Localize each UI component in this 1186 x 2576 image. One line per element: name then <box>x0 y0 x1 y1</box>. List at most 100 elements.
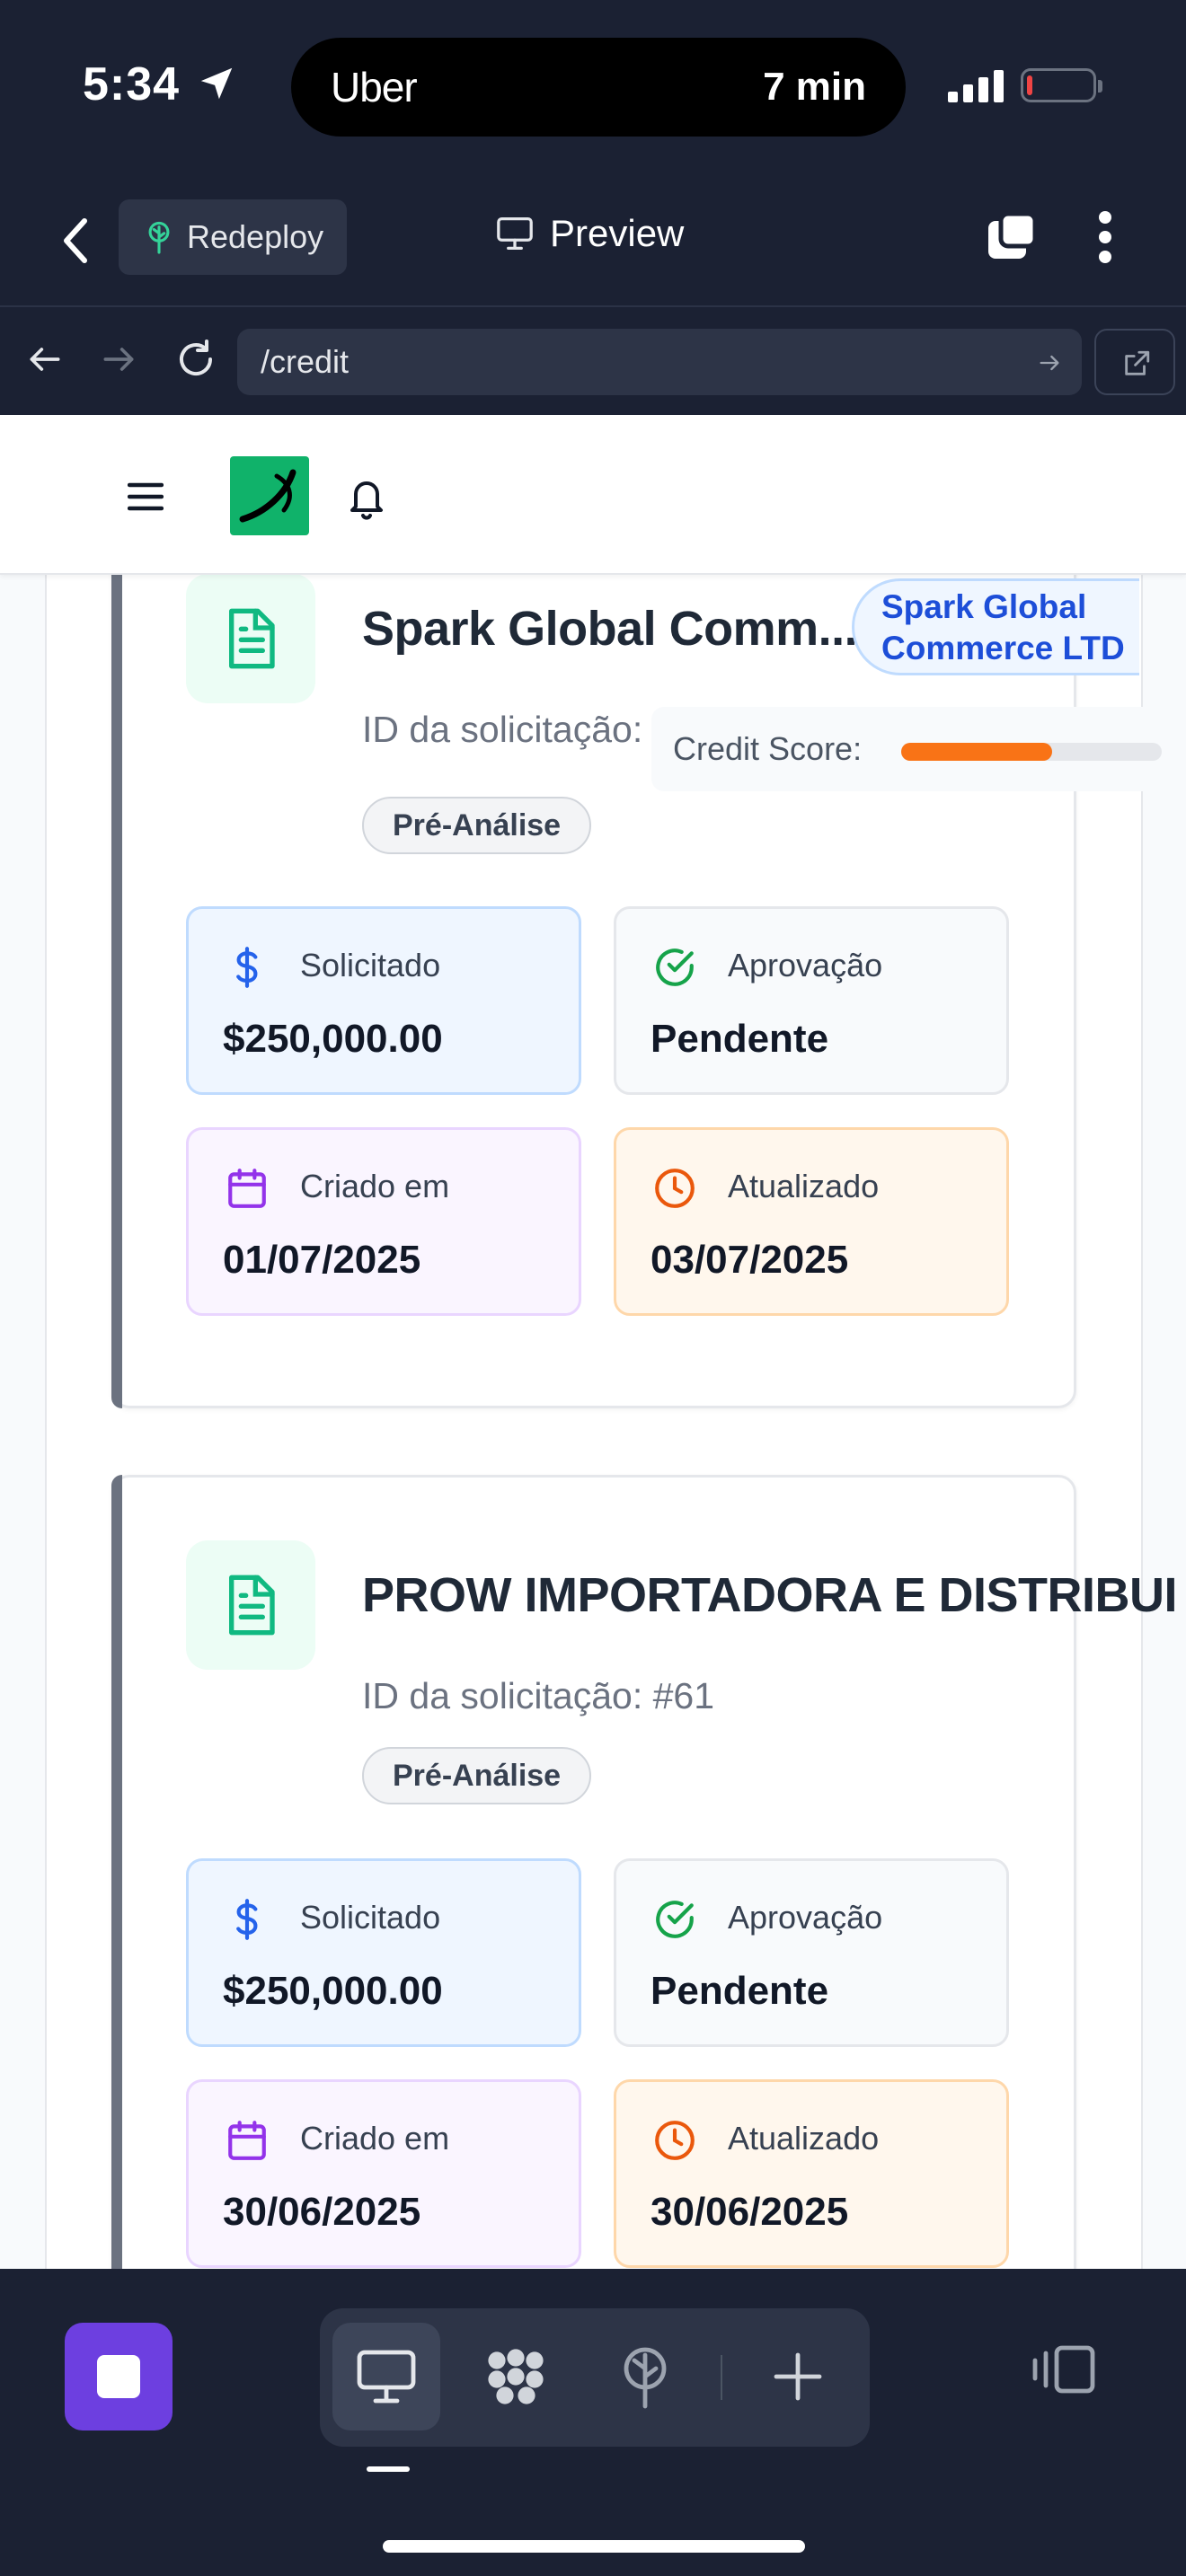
hamburger-menu-icon[interactable] <box>128 481 164 512</box>
approval-label: Aprovação <box>728 1899 883 1936</box>
requested-value: $250,000.00 <box>223 1017 443 1061</box>
more-options-icon[interactable] <box>1094 208 1116 266</box>
metric-approval: Aprovação Pendente <box>614 906 1009 1095</box>
dollar-icon <box>236 1899 258 1940</box>
deploy-view-button[interactable] <box>591 2323 699 2430</box>
external-link-icon <box>1125 350 1150 375</box>
status-time: 5:34 <box>83 58 181 110</box>
metric-updated: Atualizado 03/07/2025 <box>614 1127 1009 1316</box>
requested-label: Solicitado <box>300 947 441 984</box>
calendar-icon <box>228 1169 266 1208</box>
metric-created: Criado em 30/06/2025 <box>186 2079 581 2268</box>
metric-created: Criado em 01/07/2025 <box>186 1127 581 1316</box>
arrow-left-icon[interactable] <box>25 340 65 379</box>
redeploy-label: Redeploy <box>187 218 324 255</box>
credit-requests-list: Spark Global Comm... ID da solicitação: … <box>45 467 1186 2269</box>
battery-icon <box>1021 68 1102 102</box>
created-value: 30/06/2025 <box>223 2190 421 2234</box>
add-tab-button[interactable] <box>744 2323 852 2430</box>
open-external-button[interactable] <box>1094 329 1175 395</box>
brand-logo[interactable] <box>230 456 309 535</box>
metric-updated: Atualizado 30/06/2025 <box>614 2079 1009 2268</box>
monitor-icon <box>357 2350 416 2404</box>
check-circle-icon <box>656 1901 694 1938</box>
calendar-icon <box>228 2121 266 2160</box>
credit-request-card[interactable]: PROW IMPORTADORA E DISTRIBUI ID da solic… <box>111 1475 1177 2269</box>
credit-score-label: Credit Score: <box>673 730 863 767</box>
company-badge-line-2: Commerce LTD <box>881 630 1125 666</box>
windows-switch-icon[interactable] <box>983 208 1040 266</box>
notification-bell-icon[interactable] <box>345 474 388 521</box>
company-name: Spark Global Comm... <box>362 602 858 656</box>
deploy-tree-icon <box>148 221 170 254</box>
dynamic-island[interactable]: Uber 7 min <box>291 38 906 137</box>
clock-icon <box>655 1169 695 1208</box>
location-arrow-icon <box>200 67 233 100</box>
metric-approval: Aprovação Pendente <box>614 1858 1009 2047</box>
url-input[interactable]: /credit <box>237 329 1082 395</box>
approval-label: Aprovação <box>728 947 883 984</box>
check-circle-icon <box>656 948 694 986</box>
active-view-indicator <box>367 2466 410 2472</box>
browser-url-bar: /credit <box>0 307 1186 415</box>
cellular-signal-icon <box>948 70 1004 102</box>
credit-score-fill <box>901 743 1053 761</box>
code-view-button[interactable] <box>462 2323 570 2430</box>
updated-label: Atualizado <box>728 2120 880 2157</box>
island-eta: 7 min <box>763 65 866 109</box>
editor-bottom-bar <box>0 2269 1186 2576</box>
created-label: Criado em <box>300 1168 450 1204</box>
reload-icon[interactable] <box>174 338 217 381</box>
home-indicator[interactable] <box>383 2540 805 2553</box>
created-value: 01/07/2025 <box>223 1238 421 1282</box>
brain-nodes-icon <box>488 2349 544 2404</box>
credit-score: Credit Score: <box>651 707 1186 791</box>
arrow-right-icon[interactable] <box>99 340 138 379</box>
back-chevron-icon[interactable] <box>58 216 93 266</box>
requested-label: Solicitado <box>300 1899 441 1936</box>
stop-button[interactable] <box>65 2323 173 2430</box>
redeploy-button[interactable]: Redeploy <box>119 199 347 275</box>
metric-requested: Solicitado $250,000.00 <box>186 1858 581 2047</box>
company-badge: Spark Global Commerce LTD <box>852 578 1139 675</box>
company-name: PROW IMPORTADORA E DISTRIBUI <box>362 1568 1177 1622</box>
status-label: Pré-Análise <box>393 807 562 842</box>
updated-value: 30/06/2025 <box>651 2190 849 2234</box>
view-toolbar <box>320 2308 870 2447</box>
clock-icon <box>655 2121 695 2160</box>
app-navbar <box>0 415 1186 575</box>
document-icon <box>229 1575 275 1636</box>
status-badge: Pré-Análise <box>362 1747 592 1804</box>
preview-view-button[interactable] <box>332 2323 440 2430</box>
approval-value: Pendente <box>651 1969 829 2013</box>
document-icon-box <box>186 574 315 703</box>
company-badge-line-1: Spark Global <box>881 588 1087 625</box>
preview-label: Preview <box>550 212 685 254</box>
logo-swoosh-icon <box>239 469 296 523</box>
editor-header: Redeploy Preview <box>0 176 1186 307</box>
monitor-icon <box>497 216 533 250</box>
go-arrow-icon[interactable] <box>1037 350 1062 375</box>
created-label: Criado em <box>300 2120 450 2157</box>
app-preview: Spark Global Comm... ID da solicitação: … <box>0 415 1186 2269</box>
island-app-name: Uber <box>331 64 418 110</box>
updated-value: 03/07/2025 <box>651 1238 849 1282</box>
plus-icon <box>774 2352 822 2401</box>
deploy-tree-icon <box>624 2347 667 2409</box>
ios-status-bar: 5:34 Uber 7 min <box>0 0 1186 176</box>
document-icon <box>229 608 275 669</box>
url-path: /credit <box>261 343 350 380</box>
status-label: Pré-Análise <box>393 1758 562 1793</box>
credit-score-bar <box>901 743 1162 761</box>
stop-square-icon <box>97 2355 140 2398</box>
status-badge: Pré-Análise <box>362 797 592 854</box>
updated-label: Atualizado <box>728 1168 880 1204</box>
metric-requested: Solicitado $250,000.00 <box>186 906 581 1095</box>
dollar-icon <box>236 947 258 988</box>
request-id: ID da solicitação: #61 <box>362 1675 715 1716</box>
document-icon-box <box>186 1540 315 1670</box>
approval-value: Pendente <box>651 1017 829 1061</box>
preview-title[interactable]: Preview <box>494 212 684 255</box>
toolbar-divider <box>721 2355 722 2400</box>
panel-toggle-icon[interactable] <box>1031 2342 1096 2396</box>
